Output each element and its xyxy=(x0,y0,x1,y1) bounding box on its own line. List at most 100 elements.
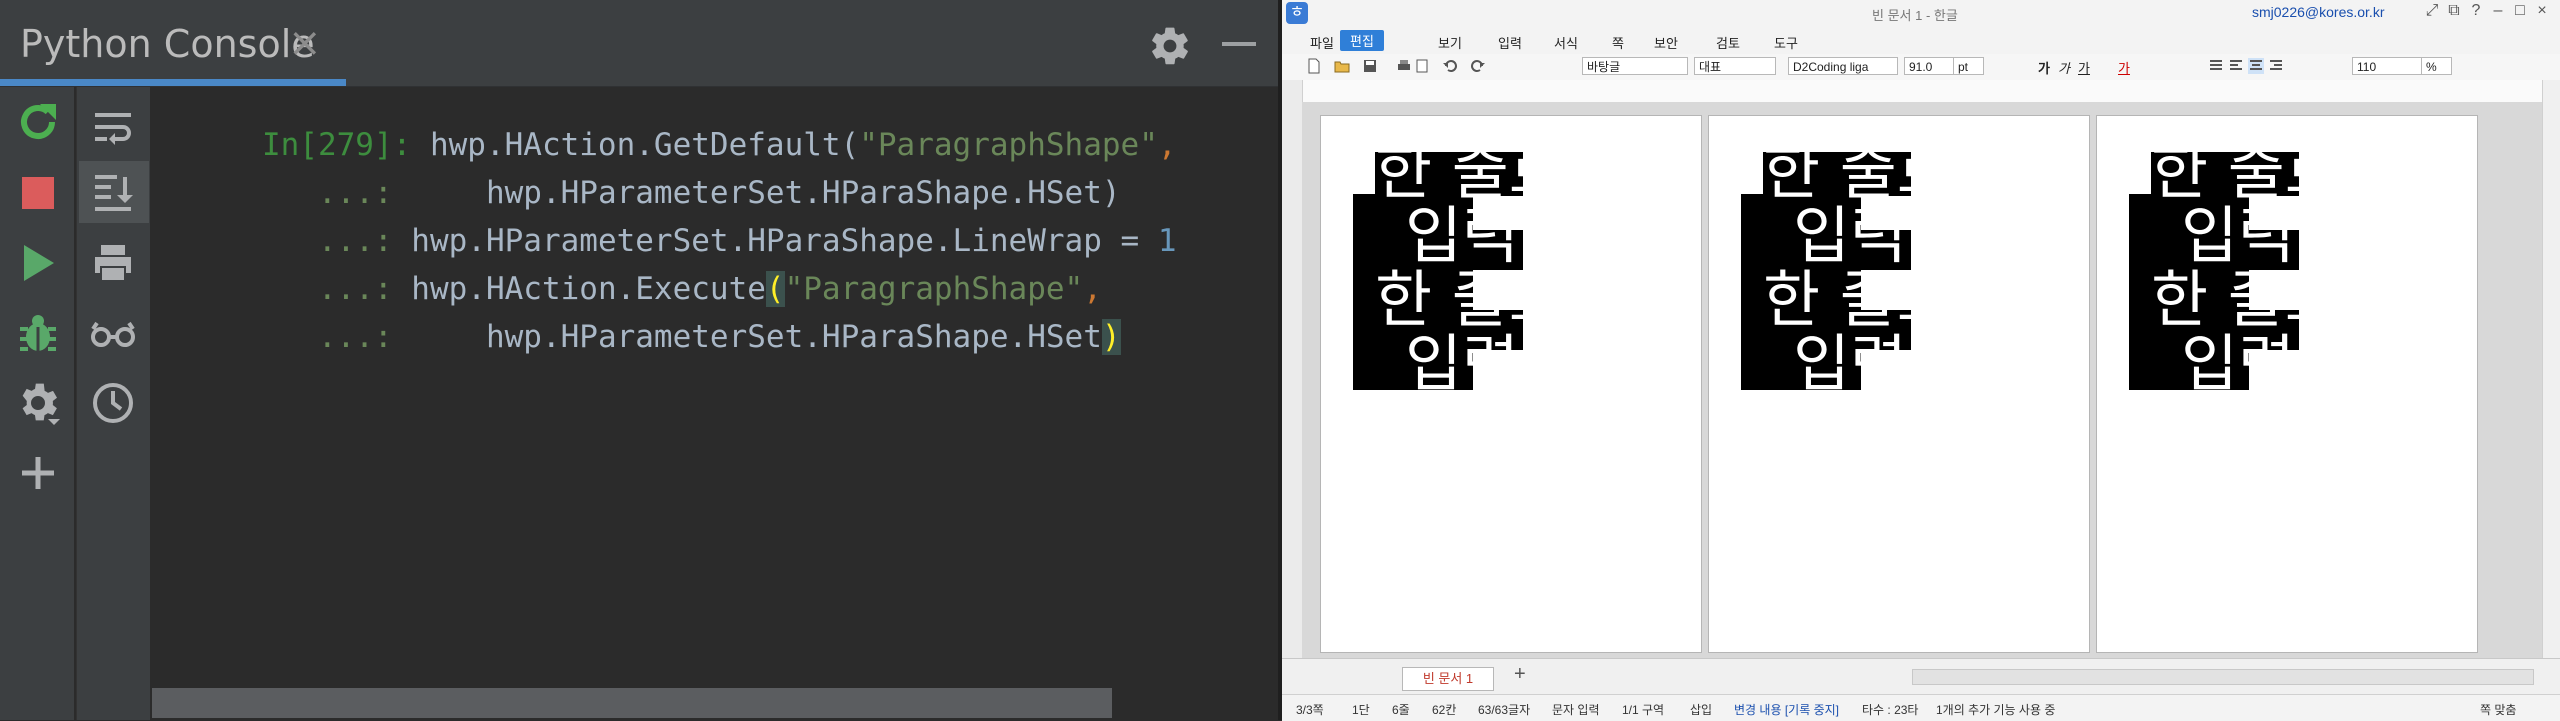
body-text-line: 입력 xyxy=(2181,199,2296,272)
help-icon[interactable]: ? xyxy=(2466,2,2486,24)
document-area[interactable]: 한 줄로 입력 한 줄로 입력 한 줄로 입력 한 줄로 입력 한 줄로 입력 … xyxy=(1302,102,2542,658)
body-text-line: 입력 xyxy=(1793,199,1908,272)
code-line: In[279]: hwp.HAction.GetDefault("Paragra… xyxy=(150,91,1177,163)
align-center-icon[interactable] xyxy=(2248,58,2264,74)
console-toolbar-secondary xyxy=(76,87,151,720)
menu-review[interactable]: 검토 xyxy=(1716,33,1740,52)
horizontal-ruler[interactable] xyxy=(1302,80,2560,103)
bold-icon[interactable]: 가 xyxy=(2038,58,2054,76)
status-track-changes[interactable]: 변경 내용 [기록 중지] xyxy=(1734,701,1839,718)
code-comma: , xyxy=(1157,127,1177,163)
body-text-line: 한 줄로 xyxy=(2151,391,2342,464)
status-insert-mode[interactable]: 삽입 xyxy=(1690,701,1712,718)
soft-wrap-icon[interactable] xyxy=(89,103,137,151)
show-variables-icon[interactable] xyxy=(89,309,137,357)
document-page[interactable]: 한 줄로 입력 한 줄로 입력 한 줄로 입력 xyxy=(2096,115,2478,653)
menu-tools[interactable]: 도구 xyxy=(1774,33,1798,52)
close-icon[interactable]: × xyxy=(288,20,322,66)
menu-security[interactable]: 보안 xyxy=(1654,33,1678,52)
body-text-line: 한 줄로 xyxy=(1375,135,1566,208)
add-icon[interactable] xyxy=(14,449,62,497)
zoom-unit[interactable]: % xyxy=(2422,57,2452,75)
align-left-icon[interactable] xyxy=(2228,58,2244,74)
new-document-icon[interactable] xyxy=(1306,58,1322,74)
menu-insert[interactable]: 입력 xyxy=(1498,33,1522,52)
italic-icon[interactable]: 가 xyxy=(2058,58,2074,76)
font-size-input[interactable]: 91.0 xyxy=(1904,57,1954,75)
font-dropdown[interactable]: D2Coding liga xyxy=(1788,57,1898,75)
code-line: ...: hwp.HParameterSet.HParaShape.HSet) xyxy=(150,283,1121,355)
document-tab-bar: 빈 문서 1 + xyxy=(1282,658,2560,695)
print-icon[interactable] xyxy=(1396,58,1412,74)
print-icon[interactable] xyxy=(89,239,137,287)
stop-icon[interactable] xyxy=(14,169,62,217)
status-column: 62칸 xyxy=(1432,703,1457,717)
align-justify-icon[interactable] xyxy=(2208,58,2224,74)
save-icon[interactable] xyxy=(1362,58,1378,74)
scroll-to-end-icon[interactable] xyxy=(89,169,137,217)
window-title: 빈 문서 1 - 한글 xyxy=(1872,8,1958,23)
body-text-line: 입력 xyxy=(2181,455,2296,528)
code-line: ...: hwp.HParameterSet.HParaShape.LineWr… xyxy=(150,187,1177,259)
restore-icon[interactable]: ⤢ xyxy=(2422,2,2442,24)
zoom-fit-button[interactable]: 쪽 맞춤 xyxy=(2480,701,2516,718)
maximize-window-icon[interactable]: □ xyxy=(2510,2,2530,24)
add-tab-icon[interactable]: + xyxy=(1514,663,1526,686)
status-page: 3/3쪽 xyxy=(1296,703,1324,717)
menu-format[interactable]: 서식 xyxy=(1554,33,1578,52)
code-number: 1 xyxy=(1157,223,1177,259)
body-text-line: 입력 xyxy=(1405,199,1520,272)
settings-icon[interactable] xyxy=(14,379,62,427)
status-bar: 3/3쪽 1단 6줄 62칸 63/63글자 문자 입력 1/1 구역 삽입 변… xyxy=(1282,694,2560,721)
menu-edit[interactable]: 편집 xyxy=(1340,30,1384,51)
account-label[interactable]: smj0226@kores.or.kr xyxy=(2252,4,2384,20)
underline-icon[interactable]: 가 xyxy=(2078,58,2094,76)
horizontal-scrollbar-thumb[interactable] xyxy=(152,688,1112,718)
style-dropdown[interactable]: 바탕글 xyxy=(1582,57,1688,75)
document-tab[interactable]: 빈 문서 1 xyxy=(1402,667,1494,691)
zoom-input[interactable]: 110 xyxy=(2352,57,2422,75)
matching-paren: ) xyxy=(1101,319,1121,355)
body-text-line: 한 줄로 xyxy=(1763,263,1954,336)
status-input-mode: 문자 입력 xyxy=(1552,703,1600,717)
font-color-icon[interactable]: 가 xyxy=(2118,58,2134,76)
horizontal-scrollbar[interactable] xyxy=(1912,669,2534,685)
continuation-prompt: ...: xyxy=(261,319,393,355)
align-right-icon[interactable] xyxy=(2268,58,2284,74)
status-chars: 63/63글자 xyxy=(1478,703,1531,717)
layout-icon[interactable]: ⧉ xyxy=(2444,2,2464,24)
code-line: ...: hwp.HAction.Execute("ParagraphShape… xyxy=(150,235,1102,307)
body-text-line: 한 줄로 xyxy=(1763,391,1954,464)
rerun-icon[interactable] xyxy=(14,98,62,146)
font-size-unit[interactable]: pt xyxy=(1954,57,1984,75)
preview-icon[interactable] xyxy=(1414,58,1430,74)
console-toolbar-primary xyxy=(0,87,74,720)
body-text-line: 한 줄로 xyxy=(1375,263,1566,336)
gear-icon[interactable] xyxy=(1148,24,1192,68)
close-window-icon[interactable]: × xyxy=(2532,2,2552,24)
vertical-ruler[interactable] xyxy=(1282,80,1303,658)
python-console-panel: Python Console × In[279]: hwp.HAction.Ge… xyxy=(0,0,1278,720)
language-dropdown[interactable]: 대표 xyxy=(1694,57,1776,75)
run-icon[interactable] xyxy=(14,239,62,287)
undo-icon[interactable] xyxy=(1442,58,1458,74)
document-page[interactable]: 한 줄로 입력 한 줄로 입력 한 줄로 입력 xyxy=(1708,115,2090,653)
body-text-line: 입력 xyxy=(1793,327,1908,400)
console-output[interactable]: In[279]: hwp.HAction.GetDefault("Paragra… xyxy=(150,87,1278,687)
console-header: Python Console × xyxy=(0,0,1278,86)
menu-file[interactable]: 파일 xyxy=(1310,33,1334,52)
status-section: 1단 xyxy=(1352,703,1370,717)
tab-python-console[interactable]: Python Console × xyxy=(0,0,346,86)
vertical-scrollbar[interactable] xyxy=(2542,80,2560,658)
minimize-icon[interactable] xyxy=(1222,42,1256,46)
status-addons[interactable]: 1개의 추가 기능 사용 중 xyxy=(1936,701,2055,718)
minimize-window-icon[interactable]: – xyxy=(2488,2,2508,24)
menu-page[interactable]: 쪽 xyxy=(1612,33,1624,52)
open-folder-icon[interactable] xyxy=(1334,58,1350,74)
document-page[interactable]: 한 줄로 입력 한 줄로 입력 한 줄로 입력 xyxy=(1320,115,1702,653)
redo-icon[interactable] xyxy=(1470,58,1486,74)
menu-view[interactable]: 보기 xyxy=(1438,33,1462,52)
history-icon[interactable] xyxy=(89,379,137,427)
hwp-logo-icon[interactable]: ㅎ xyxy=(1286,2,1308,24)
debug-icon[interactable] xyxy=(14,309,62,357)
